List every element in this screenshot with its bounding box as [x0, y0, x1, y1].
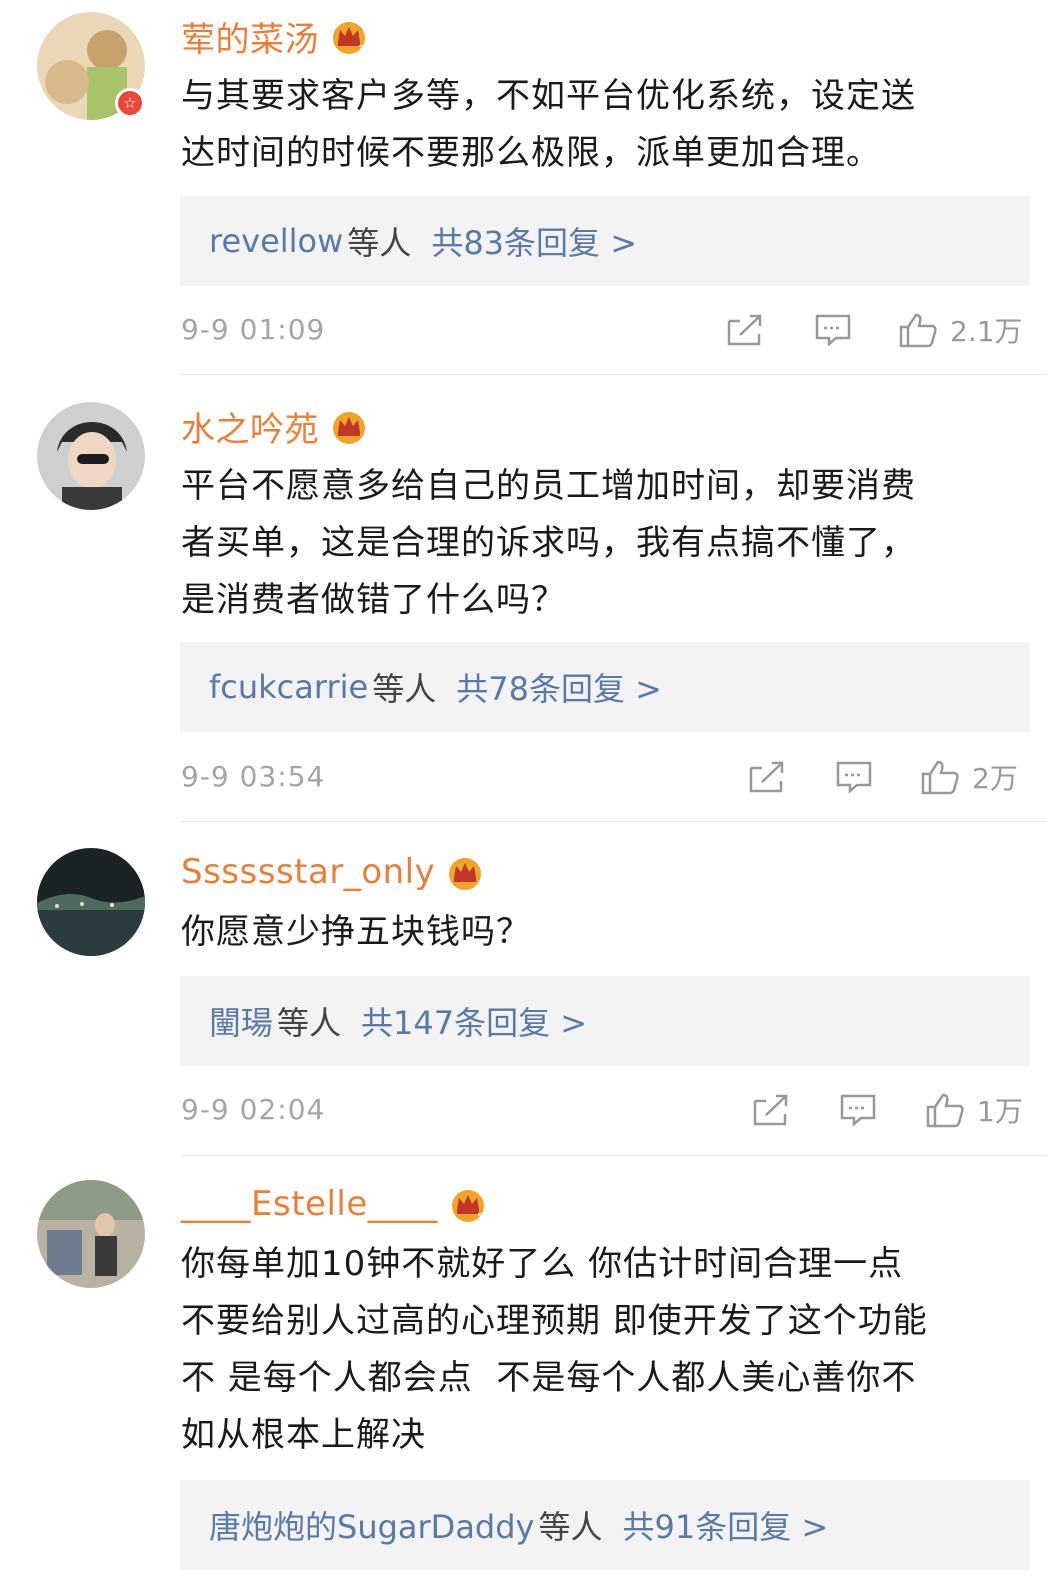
reply-count[interactable]: 共147条回复 >	[361, 998, 587, 1044]
reply-user[interactable]: 唐炮炮的SugarDaddy	[209, 1502, 535, 1548]
reply-user[interactable]: revellow	[209, 222, 343, 260]
comment-icon	[815, 314, 851, 347]
svg-text:3: 3	[358, 44, 364, 55]
avatar[interactable]	[37, 848, 145, 956]
reply-suffix: 等人	[372, 670, 437, 708]
like-count: 2.1万	[950, 315, 1023, 348]
timestamp: 9-9 02:04	[181, 1093, 326, 1126]
reply-summary-button[interactable]: fcukcarrie 等人 共78条回复 >	[180, 642, 1030, 732]
svg-text:5: 5	[477, 1212, 483, 1223]
comment-text: 平台不愿意多给自己的员工增加时间，却要消费 者买单，这是合理的诉求吗，我有点搞不…	[181, 466, 916, 620]
reply-count[interactable]: 共78条回复 >	[456, 664, 662, 710]
avatar[interactable]	[37, 1180, 145, 1288]
reply-summary-button[interactable]: revellow 等人 共83条回复 >	[180, 196, 1030, 286]
reply-user[interactable]: 闉瑒	[209, 998, 273, 1044]
crown-icon: 5	[451, 1190, 484, 1223]
reply-count[interactable]: 共91条回复 >	[623, 1502, 829, 1548]
share-button[interactable]	[752, 1092, 790, 1128]
crown-icon	[333, 412, 365, 444]
comment-button[interactable]	[814, 312, 852, 348]
timestamp: 9-9 01:09	[181, 313, 326, 346]
crown-icon	[449, 858, 482, 890]
like-count: 2万	[972, 762, 1018, 795]
reply-count[interactable]: 共83条回复 >	[431, 218, 637, 264]
verified-badge-icon: ☆	[115, 88, 145, 118]
share-button[interactable]	[726, 312, 764, 348]
like-button[interactable]: 1万	[925, 1092, 1023, 1128]
crown-icon: 3	[333, 22, 365, 55]
comment-text: 与其要求客户多等，不如平台优化系统，设定送 达时间的时候不要那么极限，派单更加合…	[181, 76, 916, 173]
username[interactable]: 荤的菜汤	[181, 12, 319, 61]
comment-text: 你每单加10钟不就好了么 你估计时间合理一点 不要给别人过高的心理预期 即使开发…	[181, 1244, 928, 1455]
reply-summary-button[interactable]: 唐炮炮的SugarDaddy 等人 共91条回复 >	[180, 1480, 1030, 1570]
thumbs-up-icon	[899, 313, 937, 348]
divider	[181, 374, 1047, 375]
share-icon	[727, 314, 762, 346]
thumbs-up-icon	[921, 760, 959, 795]
thumbs-up-icon	[926, 1093, 964, 1128]
comment-icon	[836, 761, 872, 794]
divider	[181, 821, 1047, 822]
comment-button[interactable]	[839, 1092, 877, 1128]
reply-suffix: 等人	[277, 1004, 342, 1042]
reply-user[interactable]: fcukcarrie	[209, 668, 368, 706]
share-icon	[749, 761, 784, 793]
comment-button[interactable]	[835, 759, 873, 795]
share-icon	[753, 1094, 788, 1126]
like-button[interactable]: 2.1万	[898, 312, 1023, 348]
reply-summary-button[interactable]: 闉瑒 等人 共147条回复 >	[180, 976, 1030, 1066]
username[interactable]: Sssssstar_only	[181, 852, 435, 892]
share-button[interactable]	[748, 759, 786, 795]
divider	[181, 1155, 1047, 1156]
like-count: 1万	[977, 1095, 1023, 1128]
comment-text: 你愿意少挣五块钱吗？	[181, 912, 531, 952]
comment-icon	[840, 1094, 876, 1127]
username[interactable]: ____Estelle____	[181, 1184, 438, 1224]
username[interactable]: 水之吟苑	[181, 402, 319, 451]
timestamp: 9-9 03:54	[181, 760, 326, 793]
like-button[interactable]: 2万	[920, 759, 1018, 795]
reply-suffix: 等人	[347, 224, 412, 262]
avatar[interactable]	[37, 402, 145, 510]
reply-suffix: 等人	[538, 1508, 603, 1546]
